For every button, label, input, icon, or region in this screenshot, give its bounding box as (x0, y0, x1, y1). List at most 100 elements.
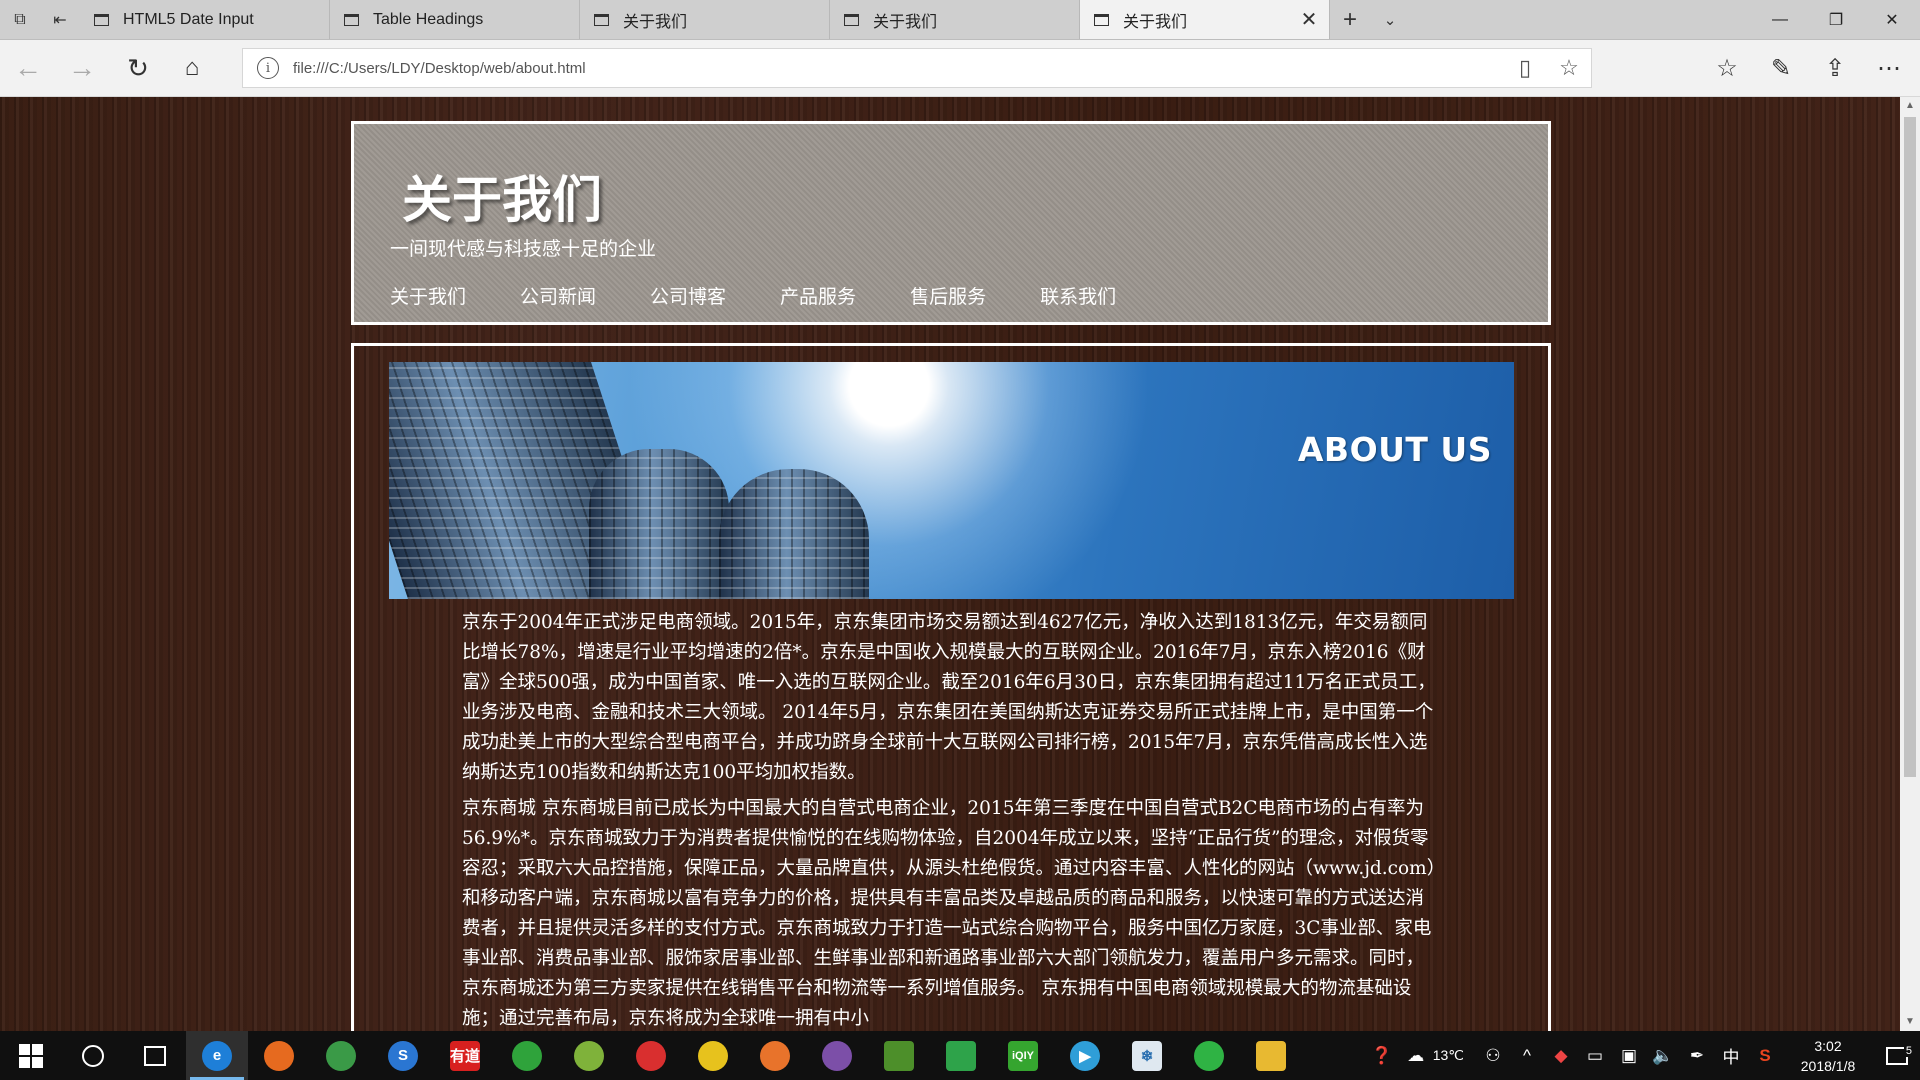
clock-date: 2018/1/8 (1800, 1057, 1856, 1074)
taskbar-app[interactable]: e (186, 1031, 248, 1080)
taskbar-app[interactable]: S (372, 1031, 434, 1080)
browser-tab[interactable]: 关于我们 (830, 0, 1080, 39)
page-icon (1094, 13, 1109, 26)
set-aside-tabs-icon[interactable]: ⇤ (40, 0, 80, 39)
nav-link[interactable]: 公司新闻 (520, 282, 596, 309)
browser-tab[interactable]: HTML5 Date Input (80, 0, 330, 39)
refresh-button[interactable]: ↻ (110, 40, 166, 96)
web-note-icon[interactable]: ✎ (1754, 40, 1808, 96)
tab-strip: ⧉ ⇤ HTML5 Date Input Table Headings 关于我们 关于… (0, 0, 1920, 40)
scroll-thumb[interactable] (1904, 117, 1916, 777)
forward-button[interactable]: → (54, 40, 110, 96)
weibo-icon (760, 1040, 790, 1071)
page-icon (94, 13, 109, 26)
taskbar-app[interactable] (496, 1031, 558, 1080)
nav-link[interactable]: 售后服务 (910, 282, 986, 309)
restore-button[interactable]: ❐ (1808, 0, 1864, 39)
scroll-up-icon[interactable]: ▲ (1900, 97, 1920, 115)
tab-preview-icon[interactable]: ⧉ (0, 0, 40, 39)
home-button[interactable]: ⌂ (164, 40, 220, 96)
tray-app-icon[interactable]: ◆ (1544, 1046, 1578, 1066)
help-icon[interactable]: ❓ (1365, 1046, 1399, 1066)
taskbar-app[interactable] (620, 1031, 682, 1080)
address-url[interactable]: file:///C:/Users/LDY/Desktop/web/about.h… (293, 60, 1503, 77)
nav-link[interactable]: 公司博客 (650, 282, 726, 309)
banner-building (719, 469, 869, 599)
github-icon (822, 1040, 852, 1071)
taskbar-app[interactable] (744, 1031, 806, 1080)
nav-link[interactable]: 联系我们 (1040, 282, 1116, 309)
nav-link[interactable]: 关于我们 (390, 282, 466, 309)
ime-indicator[interactable]: 中 (1714, 1043, 1748, 1068)
close-tab-icon[interactable]: ✕ (1299, 7, 1319, 32)
address-bar[interactable]: i file:///C:/Users/LDY/Desktop/web/about… (242, 48, 1592, 88)
minimize-button[interactable]: — (1752, 0, 1808, 39)
pen-ink-icon[interactable]: ✒ (1680, 1046, 1714, 1066)
360-icon (512, 1040, 542, 1071)
file-explorer-icon (1256, 1040, 1286, 1071)
browser-tab[interactable]: 关于我们 (580, 0, 830, 39)
tray-chevron-icon[interactable]: ^ (1510, 1046, 1544, 1066)
page-scrollbar[interactable]: ▲ ▼ (1900, 97, 1920, 1031)
volume-icon[interactable]: 🔈 (1646, 1046, 1680, 1066)
netease-music-icon (636, 1040, 666, 1071)
taskbar-app[interactable] (248, 1031, 310, 1080)
banner-building (589, 449, 729, 599)
browser-tab[interactable]: 关于我们 ✕ (1080, 0, 1330, 39)
page-title: 关于我们 (402, 171, 602, 229)
weather-cloud-icon[interactable]: ☁ (1399, 1046, 1433, 1066)
taskbar-app[interactable]: 有道 (434, 1031, 496, 1080)
about-banner-image: ABOUT US (389, 362, 1514, 599)
back-button[interactable]: ← (0, 40, 56, 96)
new-tab-button[interactable]: + (1330, 0, 1370, 39)
action-center-button[interactable]: 5 (1874, 1044, 1920, 1065)
taskbar-app[interactable] (558, 1031, 620, 1080)
wechat-icon (1194, 1040, 1224, 1071)
task-view-icon (144, 1045, 166, 1066)
people-icon[interactable]: ⚇ (1476, 1046, 1510, 1066)
taskbar-app[interactable] (1240, 1031, 1302, 1080)
favorites-hub-icon[interactable]: ☆ (1700, 40, 1754, 96)
firefox-icon (264, 1040, 294, 1071)
web-page: 关于我们 一间现代感与科技感十足的企业 关于我们 公司新闻 公司博客 产品服务 售后服务… (0, 97, 1900, 1031)
reading-view-icon[interactable]: ▯ (1503, 55, 1547, 81)
scroll-down-icon[interactable]: ▼ (1900, 1013, 1920, 1031)
taskbar-app[interactable] (310, 1031, 372, 1080)
start-button[interactable] (0, 1031, 62, 1080)
share-icon[interactable]: ⇪ (1808, 40, 1862, 96)
browser-tab[interactable]: Table Headings (330, 0, 580, 39)
recycle-icon (946, 1040, 976, 1071)
notification-count: 5 (1903, 1044, 1914, 1057)
close-window-button[interactable]: ✕ (1864, 0, 1920, 39)
navigation-bar: ← → ↻ ⌂ i file:///C:/Users/LDY/Desktop/w… (0, 40, 1920, 97)
taskbar-app[interactable] (682, 1031, 744, 1080)
taskbar: e S 有道 iQIY ▶ ❄ ❓ ☁ 13℃ ⚇ ^ ◆ ▭ ▣ 🔈 ✒ 中 S 3:0… (0, 1031, 1920, 1080)
sogou-ime-icon[interactable]: S (1748, 1046, 1782, 1066)
tab-list-chevron-icon[interactable]: ⌄ (1370, 0, 1410, 39)
clock[interactable]: 3:02 2018/1/8 (1782, 1036, 1874, 1076)
search-circle-icon (82, 1044, 104, 1067)
sogou-browser-icon: S (388, 1040, 418, 1071)
article-paragraph: 京东商城 京东商城目前已成长为中国最大的自营式电商企业，2015年第三季度在中国… (462, 798, 1436, 1029)
task-view-button[interactable] (124, 1031, 186, 1080)
network-icon[interactable]: ▣ (1612, 1046, 1646, 1066)
battery-icon[interactable]: ▭ (1578, 1046, 1612, 1066)
tab-label: Table Headings (373, 10, 484, 28)
page-icon (844, 13, 859, 26)
more-menu-icon[interactable]: ⋯ (1862, 40, 1916, 96)
taskbar-app[interactable]: ❄ (1116, 1031, 1178, 1080)
taskbar-app[interactable] (806, 1031, 868, 1080)
nav-link[interactable]: 产品服务 (780, 282, 856, 309)
weather-temp: 13℃ (1432, 1047, 1464, 1063)
chrome-icon (326, 1040, 356, 1071)
taskbar-app[interactable]: iQIY (992, 1031, 1054, 1080)
iqiyi-icon: iQIY (1008, 1040, 1038, 1071)
taskbar-app[interactable] (930, 1031, 992, 1080)
cortana-search-button[interactable] (62, 1031, 124, 1080)
pinned-apps: e S 有道 iQIY ▶ ❄ (186, 1031, 1302, 1080)
taskbar-app[interactable] (1178, 1031, 1240, 1080)
favorite-star-icon[interactable]: ☆ (1547, 55, 1591, 81)
taskbar-app[interactable] (868, 1031, 930, 1080)
taskbar-app[interactable]: ▶ (1054, 1031, 1116, 1080)
site-info-icon[interactable]: i (257, 57, 279, 79)
